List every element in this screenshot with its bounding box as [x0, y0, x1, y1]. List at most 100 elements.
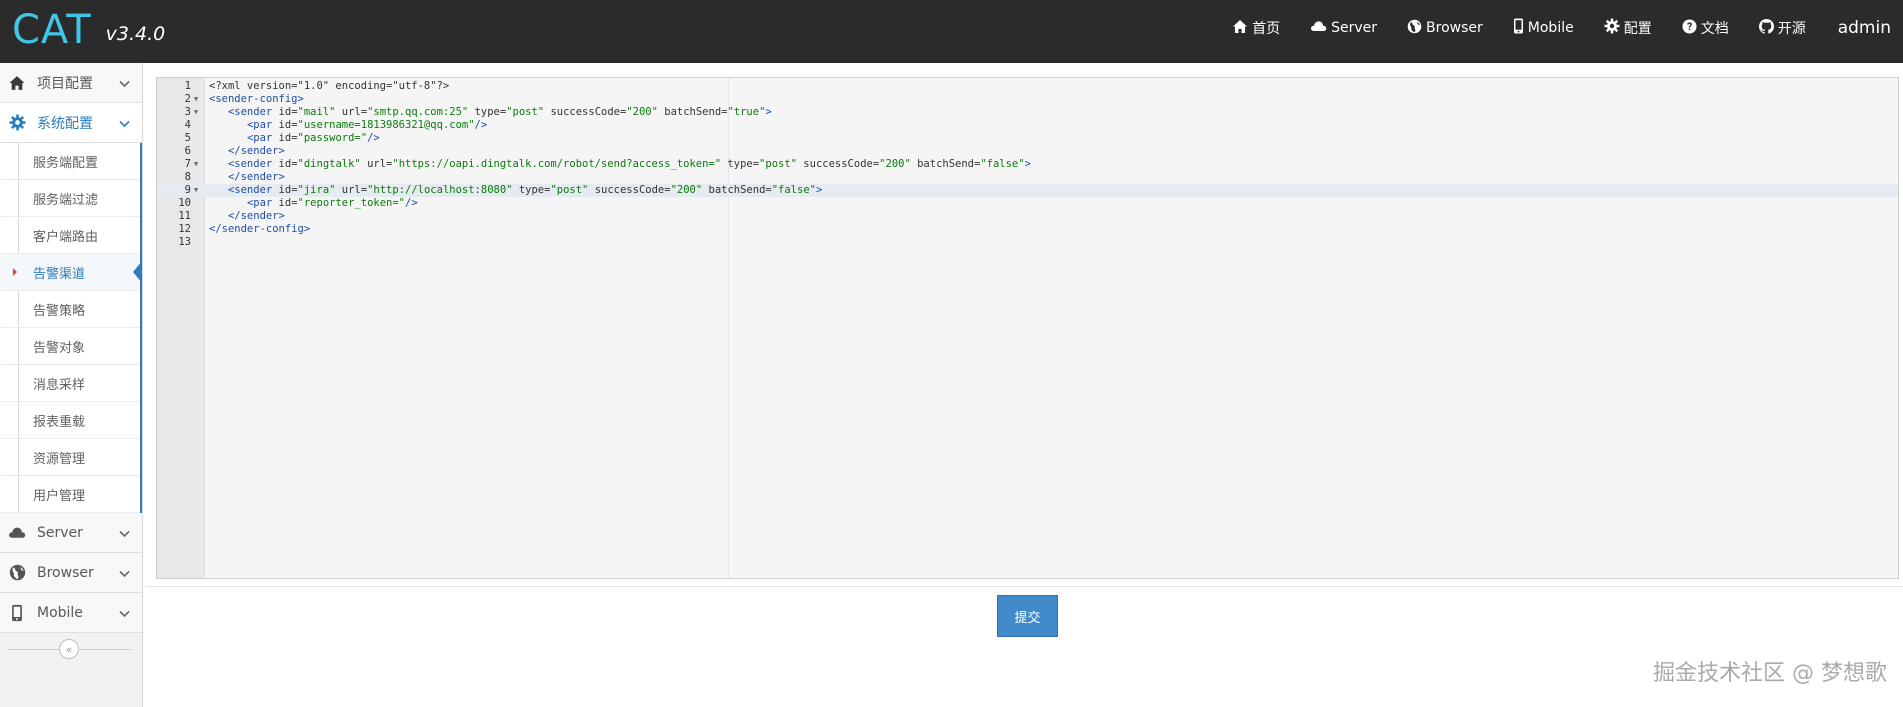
top-navbar: CAT v3.4.0 首页 Server Browser Mobile 配置 文…: [0, 0, 1903, 63]
line-number: 3: [184, 106, 191, 118]
nav-browser[interactable]: Browser: [1407, 19, 1483, 38]
chevron-down-icon: [119, 566, 130, 582]
sidebar-item-alert-target[interactable]: 告警对象: [0, 328, 140, 365]
xml-code-editor[interactable]: 1 <?xml version="1.0" encoding="utf-8"?> 2…: [156, 77, 1899, 579]
nav-mobile[interactable]: Mobile: [1513, 18, 1574, 38]
code-text: <sender-config>: [209, 93, 304, 105]
code-line[interactable]: 10 <par id="reporter_token="/>: [157, 197, 1898, 210]
nav-server[interactable]: Server: [1310, 20, 1377, 36]
line-number: 12: [178, 223, 191, 235]
code-text: </sender>: [227, 210, 285, 222]
sidebar-item-server-filter[interactable]: 服务端过滤: [0, 180, 140, 217]
code-line[interactable]: 7 ▼ <sender id="dingtalk" url="https://oa…: [157, 158, 1898, 171]
active-indicator: [133, 261, 142, 283]
code-text: <par id="reporter_token="/>: [246, 197, 418, 209]
nav-docs[interactable]: 文档: [1682, 18, 1729, 38]
github-icon: [1758, 18, 1774, 38]
fold-toggle-icon[interactable]: ▼: [194, 93, 198, 106]
line-number: 4: [184, 119, 191, 131]
sidebar-item-mobile[interactable]: Mobile: [0, 593, 142, 633]
globe-icon: [8, 564, 26, 582]
sidebar-item-alert-policy[interactable]: 告警策略: [0, 291, 140, 328]
sidebar-item-label: 系统配置: [37, 115, 93, 132]
line-number: 5: [184, 132, 191, 144]
chevron-down-icon: [119, 606, 130, 622]
nav-home[interactable]: 首页: [1232, 18, 1280, 38]
gear-icon: [8, 114, 26, 132]
line-number: 9: [184, 184, 191, 196]
nav-opensource[interactable]: 开源: [1758, 18, 1806, 38]
code-line[interactable]: 13: [157, 236, 1898, 249]
sidebar-item-label: Server: [37, 524, 83, 541]
code-text: <sender id="jira" url="http://localhost:…: [227, 184, 823, 196]
sidebar-item-alert-channel[interactable]: 告警渠道: [0, 254, 142, 291]
line-number: 10: [178, 197, 191, 209]
line-number: 6: [184, 145, 191, 157]
code-text: </sender>: [227, 171, 285, 183]
sidebar-item-system-config[interactable]: 系统配置: [0, 103, 142, 143]
brand[interactable]: CAT v3.4.0: [12, 6, 165, 54]
submit-button[interactable]: 提交: [997, 595, 1058, 637]
chevron-down-icon: [119, 116, 130, 132]
chevron-down-icon: [119, 76, 130, 92]
code-line[interactable]: 4 <par id="username=1813986321@qq.com"/>: [157, 119, 1898, 132]
line-number: 13: [178, 236, 191, 248]
code-line[interactable]: 3 ▼ <sender id="mail" url="smtp.qq.com:25…: [157, 106, 1898, 119]
sidebar-item-server-config[interactable]: 服务端配置: [0, 143, 140, 180]
line-number: 7: [184, 158, 191, 170]
fold-toggle-icon[interactable]: ▼: [194, 158, 198, 171]
line-number: 8: [184, 171, 191, 183]
divider: [146, 586, 1903, 587]
sidebar-item-report-reload[interactable]: 报表重载: [0, 402, 140, 439]
caret-right-icon: [13, 268, 17, 276]
line-number: 11: [178, 210, 191, 222]
fold-toggle-icon[interactable]: ▼: [194, 184, 198, 197]
cloud-icon: [1310, 20, 1327, 36]
code-text: <sender id="dingtalk" url="https://oapi.…: [227, 158, 1031, 170]
cat-logo: CAT: [12, 7, 92, 53]
sidebar-item-label: Mobile: [37, 604, 83, 621]
sidebar-item-resource-manage[interactable]: 资源管理: [0, 439, 140, 476]
sidebar-item-project-config[interactable]: 项目配置: [0, 63, 142, 103]
code-line[interactable]: 2 ▼ <sender-config>: [157, 93, 1898, 106]
home-icon: [1232, 19, 1248, 38]
code-text: <par id="password="/>: [246, 132, 380, 144]
code-line[interactable]: 8 </sender>: [157, 171, 1898, 184]
code-line[interactable]: 5 <par id="password="/>: [157, 132, 1898, 145]
line-number: 1: [184, 80, 191, 92]
sidebar-item-label: Browser: [37, 564, 94, 581]
gear-icon: [1604, 18, 1620, 38]
sidebar-item-browser[interactable]: Browser: [0, 553, 142, 593]
nav-config[interactable]: 配置: [1604, 18, 1652, 38]
mobile-icon: [1513, 18, 1524, 38]
system-config-submenu: 服务端配置 服务端过滤 客户端路由 告警渠道 告警策略 告警对象 消息采样 报表…: [0, 143, 142, 513]
fold-toggle-icon[interactable]: ▼: [194, 106, 198, 119]
watermark-text: 掘金技术社区 @ 梦想歌: [1653, 661, 1887, 686]
code-text: <par id="username=1813986321@qq.com"/>: [246, 119, 488, 131]
sidebar-item-user-manage[interactable]: 用户管理: [0, 476, 140, 513]
code-text: </sender-config>: [209, 223, 311, 235]
code-line[interactable]: 1 <?xml version="1.0" encoding="utf-8"?>: [157, 80, 1898, 93]
version-label: v3.4.0: [105, 23, 166, 45]
mobile-icon: [8, 604, 26, 622]
code-line[interactable]: 12 </sender-config>: [157, 223, 1898, 236]
question-icon: [1682, 19, 1697, 38]
line-number: 2: [184, 93, 191, 105]
collapse-sidebar-button[interactable]: «: [59, 639, 79, 659]
sidebar-item-message-sampling[interactable]: 消息采样: [0, 365, 140, 402]
nav-menu: 首页 Server Browser Mobile 配置 文档 开源 admin: [1202, 0, 1891, 56]
code-text: </sender>: [227, 145, 285, 157]
code-text: <sender id="mail" url="smtp.qq.com:25" t…: [227, 106, 772, 118]
code-line[interactable]: 9 ▼ <sender id="jira" url="http://localho…: [157, 184, 1898, 197]
code-line[interactable]: 11 </sender>: [157, 210, 1898, 223]
sidebar-item-client-route[interactable]: 客户端路由: [0, 217, 140, 254]
sidebar: 项目配置 系统配置 服务端配置 服务端过滤 客户端路由 告警渠道 告警策略 告警…: [0, 63, 143, 707]
cloud-icon: [8, 524, 26, 542]
sidebar-item-server[interactable]: Server: [0, 513, 142, 553]
home-icon: [8, 74, 26, 92]
user-menu[interactable]: admin: [1838, 18, 1891, 38]
chevron-down-icon: [119, 526, 130, 542]
globe-icon: [1407, 19, 1422, 38]
code-text: <?xml version="1.0" encoding="utf-8"?>: [209, 80, 450, 92]
code-line[interactable]: 6 </sender>: [157, 145, 1898, 158]
